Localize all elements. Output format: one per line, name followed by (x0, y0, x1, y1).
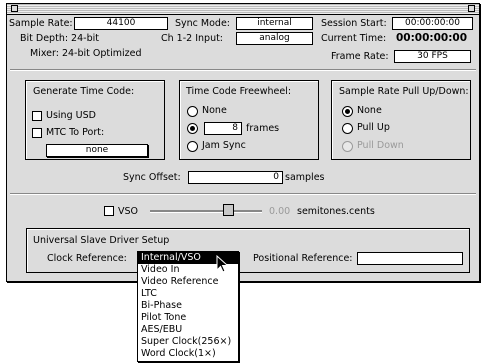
jam-sync-radio[interactable] (187, 141, 198, 152)
usd-setup-group: Universal Slave Driver Setup Clock Refer… (26, 228, 470, 273)
session-setup-window: Sample Rate: 44100 Bit Depth: 24-bit Mix… (6, 3, 480, 282)
frame-rate-popup[interactable]: 30 FPS (394, 50, 471, 63)
ch-input-popup[interactable]: analog (236, 32, 313, 45)
pull-none-label: None (357, 105, 382, 116)
menu-item-bi-phase[interactable]: Bi-Phase (138, 300, 238, 312)
sync-offset-unit: samples (285, 172, 325, 183)
vso-unit: semitones.cents (297, 206, 375, 217)
using-usd-label: Using USD (46, 110, 96, 121)
menu-item-aes-ebu[interactable]: AES/EBU (138, 324, 238, 336)
mtc-to-port-checkbox[interactable] (32, 128, 42, 138)
pull-down-radio[interactable] (342, 141, 353, 152)
vso-label: VSO (118, 206, 139, 217)
pullupdown-title: Sample Rate Pull Up/Down: (339, 86, 469, 97)
positional-reference-label: Positional Reference: (253, 253, 353, 264)
menu-item-word-clock[interactable]: Word Clock(1×) (138, 348, 238, 360)
menu-item-video-reference[interactable]: Video Reference (138, 276, 238, 288)
menu-item-ltc[interactable]: LTC (138, 288, 238, 300)
pull-down-label: Pull Down (357, 140, 404, 151)
vso-slider-thumb[interactable] (223, 204, 234, 216)
freewheel-frames-radio[interactable] (187, 123, 198, 134)
session-start-label: Session Start: (321, 18, 387, 29)
current-time-label: Current Time: (321, 33, 387, 44)
menu-item-pilot-tone[interactable]: Pilot Tone (138, 312, 238, 324)
freewheel-none-radio[interactable] (187, 106, 198, 117)
pull-none-radio[interactable] (342, 106, 353, 117)
mtc-to-port-label: MTC To Port: (46, 127, 105, 138)
freewheel-title: Time Code Freewheel: (186, 86, 292, 97)
jam-sync-label: Jam Sync (202, 140, 246, 151)
ch-input-label: Ch 1-2 Input: (161, 33, 224, 44)
pull-up-label: Pull Up (357, 122, 390, 133)
menu-item-super-clock[interactable]: Super Clock(256×) (138, 336, 238, 348)
vso-slider-track[interactable] (150, 210, 262, 213)
sync-offset-label: Sync Offset: (123, 172, 181, 183)
session-start-field[interactable]: 00:00:00:00 (392, 17, 473, 30)
mouse-pointer-icon (216, 255, 229, 273)
freewheel-frames-label: frames (246, 123, 280, 134)
pull-up-down-group: Sample Rate Pull Up/Down: None Pull Up P… (331, 80, 471, 160)
generate-time-code-group: Generate Time Code: Using USD MTC To Por… (25, 80, 165, 160)
sync-mode-popup[interactable]: internal (236, 17, 313, 30)
vso-readout: 0.00 (269, 206, 291, 217)
clock-reference-label: Clock Reference: (47, 253, 127, 264)
sample-rate-label: Sample Rate: (9, 18, 73, 29)
bit-depth-text: Bit Depth: 24-bit (20, 33, 99, 44)
mixer-text: Mixer: 24-bit Optimized (30, 48, 142, 59)
sync-mode-label: Sync Mode: (175, 18, 231, 29)
positional-reference-popup[interactable] (357, 252, 463, 265)
close-box-icon[interactable] (11, 5, 18, 12)
generate-title: Generate Time Code: (33, 86, 135, 97)
pull-up-radio[interactable] (342, 123, 353, 134)
current-time-value: 00:00:00:00 (396, 32, 468, 44)
middle-divider (10, 193, 476, 195)
usd-title: Universal Slave Driver Setup (33, 235, 170, 246)
mtc-port-popup[interactable]: none (46, 144, 148, 157)
top-divider (10, 69, 476, 71)
using-usd-checkbox[interactable] (32, 111, 42, 121)
vso-checkbox[interactable] (104, 206, 114, 216)
frame-rate-label: Frame Rate: (331, 51, 389, 62)
title-bar[interactable] (7, 4, 479, 15)
zoom-box-icon[interactable] (468, 5, 475, 12)
sync-offset-field[interactable]: 0 (188, 171, 283, 184)
freewheel-none-label: None (202, 105, 227, 116)
freewheel-frames-field[interactable]: 8 (204, 122, 242, 135)
sample-rate-field[interactable]: 44100 (74, 17, 168, 30)
time-code-freewheel-group: Time Code Freewheel: None 8 frames Jam S… (179, 80, 319, 160)
